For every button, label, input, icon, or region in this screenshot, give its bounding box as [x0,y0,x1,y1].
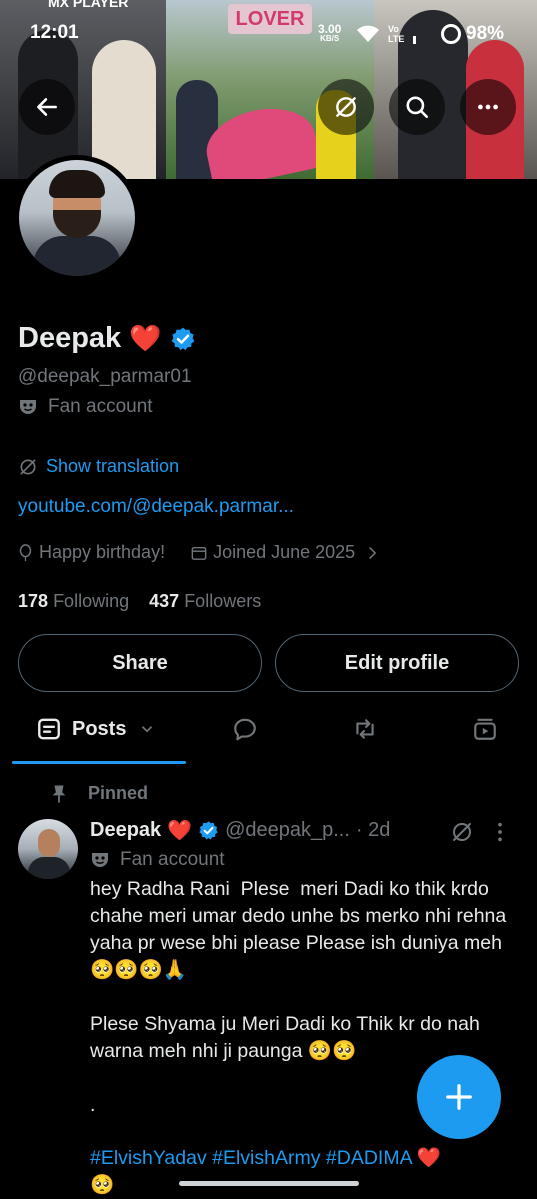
following-label: Following [53,591,130,611]
profile-meta: Happy birthday! Joined June 2025 [18,542,377,563]
translate-button[interactable] [318,79,374,135]
followers-label: Followers [184,591,262,611]
grok-icon[interactable] [450,820,474,844]
banner-cloth [200,99,322,179]
search-button[interactable] [389,79,445,135]
network-speed-unit: KB/S [320,34,340,43]
tab-reposts[interactable] [350,700,380,758]
post-author-avatar[interactable] [18,819,78,879]
verified-badge-icon[interactable] [198,820,219,841]
avatar-image [19,160,135,276]
post-author-label: Fan account [90,849,225,871]
search-icon [406,96,429,119]
tab-posts[interactable]: Posts [36,700,156,758]
profile-name: Deepak [18,322,122,354]
profile-name-row: Deepak ❤️ [18,322,196,355]
calendar-icon [191,546,207,560]
post-avatar-head [38,829,60,857]
volte-top: Vo [388,24,399,34]
back-button[interactable] [19,79,75,135]
joined-date: Joined June 2025 [213,542,356,562]
profile-label-text: Fan account [48,396,153,417]
network-speed-value: 3.00 [318,22,342,36]
media-icon [474,718,496,740]
chevron-right-icon[interactable] [367,546,377,560]
grok-icon [20,459,36,474]
posts-icon [38,718,60,740]
following-count: 178 [18,591,49,611]
show-translation-link[interactable]: Show translation [18,456,179,477]
show-translation-label: Show translation [46,456,180,476]
network-speed: 3.00 KB/S [318,22,342,44]
post-actions-top [450,820,504,844]
post-author-handle: @deepak_p... [225,819,350,841]
more-vertical-icon[interactable] [496,821,504,843]
arrow-left-icon [37,98,57,116]
tab-replies[interactable] [230,700,260,758]
more-horizontal-icon [478,104,498,110]
repost-icon [356,719,374,739]
post-hashtags: #ElvishYadav #ElvishArmy #DADIMA ❤️ 🥺 [90,1145,441,1199]
balloon-icon [19,543,32,561]
followers-link[interactable]: 437 Followers [149,591,261,611]
mask-icon [92,853,108,867]
profile-tabs: Posts [0,700,537,764]
post-avatar-body [28,857,70,879]
birthday-text: Happy birthday! [39,542,166,562]
followers-count: 437 [149,591,180,611]
post-author-label-text: Fan account [120,849,225,870]
post-time: · 2d [355,819,391,841]
hashtag-links[interactable]: #ElvishYadav #ElvishArmy #DADIMA [90,1147,412,1169]
grok-icon [336,97,356,117]
status-bar: 12:01 3.00 KB/S Vo LTE 98% [0,0,537,70]
share-button[interactable]: Share [18,634,262,692]
pinned-label: Pinned [88,783,149,803]
home-indicator[interactable] [179,1181,359,1186]
heart-emoji: ❤️ [129,323,162,353]
edit-profile-button[interactable]: Edit profile [275,634,519,692]
follow-stats: 178 Following 437 Followers [18,591,261,612]
profile-label: Fan account [18,396,153,418]
post-header: Deepak ❤️ @deepak_p... · 2d [90,818,390,843]
pin-icon [52,784,66,803]
signal-icon [413,36,416,44]
wifi-icon [357,25,379,42]
avatar-body [33,236,121,276]
reply-icon [234,718,256,741]
mask-icon [20,400,36,414]
post-author-name[interactable]: Deepak [90,819,161,842]
pinned-indicator: Pinned [50,783,148,804]
avatar-beard [53,210,101,238]
plus-icon [446,1084,472,1110]
profile-handle: @deepak_parmar01 [18,366,192,387]
volte-indicator: Vo LTE [388,24,404,44]
volte-bottom: LTE [388,34,405,44]
following-link[interactable]: 178 Following [18,591,129,611]
chevron-down-icon [142,726,153,733]
battery-percent: 98% [466,23,505,44]
verified-badge-icon[interactable] [170,326,196,352]
tab-posts-label: Posts [72,717,127,740]
active-tab-indicator [12,761,186,764]
compose-button[interactable] [417,1055,501,1139]
more-options-button[interactable] [460,79,516,135]
battery-icon [441,24,461,44]
tab-media[interactable] [470,700,500,758]
profile-avatar[interactable] [14,155,140,281]
profile-website-link[interactable]: youtube.com/@deepak.parmar... [18,496,294,518]
heart-emoji: ❤️ [167,820,193,842]
avatar-hair [49,170,105,198]
status-time: 12:01 [30,22,79,43]
